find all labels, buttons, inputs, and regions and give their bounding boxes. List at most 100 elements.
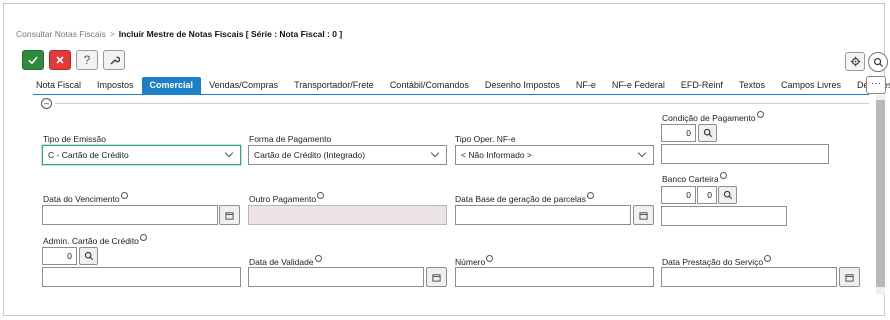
outro-pagamento-label: Outro Pagamento xyxy=(249,192,325,204)
admin-cartao-description[interactable] xyxy=(42,267,241,287)
carteira-input[interactable]: 0 xyxy=(697,186,717,204)
condicao-pagamento-label-text: Condição de Pagamento xyxy=(662,113,756,123)
tab-efd-reinf[interactable]: EFD-Reinf xyxy=(673,77,731,94)
condicao-pagamento-input[interactable]: 0 xyxy=(661,124,696,142)
lookup-marker-icon xyxy=(756,111,764,118)
calendar-icon xyxy=(639,211,648,220)
data-vencimento-calendar-button[interactable] xyxy=(219,205,240,225)
banco-carteira-label-text: Banco Carteira xyxy=(662,174,719,184)
data-base-parcelas-label: Data Base de geração de parcelas xyxy=(455,192,594,204)
admin-cartao-label-text: Admin. Cartão de Crédito xyxy=(43,236,139,246)
data-base-parcelas-calendar-button[interactable] xyxy=(633,205,654,225)
lookup-marker-icon xyxy=(314,255,322,262)
tipo-emissao-label: Tipo de Emissão xyxy=(43,134,106,144)
outro-pagamento-input xyxy=(248,205,447,225)
tab-contabil-comandos[interactable]: Contábil/Comandos xyxy=(382,77,477,94)
data-prestacao-calendar-button[interactable] xyxy=(839,267,860,287)
breadcrumb: Consultar Notas Fiscais > Incluir Mestre d… xyxy=(16,29,342,39)
toolbar: ? xyxy=(22,50,125,72)
help-label: ? xyxy=(83,53,91,67)
numero-label-text: Número xyxy=(455,257,486,267)
admin-cartao-input[interactable]: 0 xyxy=(42,247,77,265)
cancel-button[interactable] xyxy=(49,50,71,70)
section-divider xyxy=(55,103,869,104)
tab-impostos[interactable]: Impostos xyxy=(89,77,142,94)
wrench-icon xyxy=(110,56,120,65)
more-tabs-button[interactable]: ··· xyxy=(866,76,886,94)
scrollbar-thumb[interactable] xyxy=(876,100,885,287)
tipo-oper-nfe-label: Tipo Oper. NF-e xyxy=(455,134,516,144)
tab-transportador-frete[interactable]: Transportador/Frete xyxy=(286,77,382,94)
gear-icon xyxy=(850,56,860,67)
tab-desenho-impostos[interactable]: Desenho Impostos xyxy=(477,77,568,94)
right-tools xyxy=(845,52,888,72)
lookup-marker-icon xyxy=(139,234,147,241)
tab-nfe[interactable]: NF-e xyxy=(568,77,604,94)
data-vencimento-label-text: Data do Vencimento xyxy=(43,194,120,204)
data-validade-label: Data de Validade xyxy=(249,255,322,267)
search-icon xyxy=(84,251,93,261)
search-icon xyxy=(723,190,732,200)
admin-cartao-label: Admin. Cartão de Crédito xyxy=(43,234,147,246)
tab-textos[interactable]: Textos xyxy=(731,77,773,94)
banco-carteira-label: Banco Carteira xyxy=(662,172,727,184)
check-icon xyxy=(28,56,38,65)
lookup-marker-icon xyxy=(586,192,594,199)
chevron-down-icon xyxy=(637,148,647,158)
data-validade-label-text: Data de Validade xyxy=(249,257,314,267)
breadcrumb-current: Incluir Mestre de Notas Fiscais [ Série … xyxy=(118,29,343,39)
data-validade-input[interactable] xyxy=(248,267,424,287)
calendar-icon xyxy=(845,273,854,282)
tab-vendas-compras[interactable]: Vendas/Compras xyxy=(201,77,286,94)
admin-cartao-search-button[interactable] xyxy=(79,247,98,265)
lookup-marker-icon xyxy=(317,192,325,199)
calendar-icon xyxy=(432,273,441,282)
forma-pagamento-label: Forma de Pagamento xyxy=(249,134,332,144)
tab-nfe-federal[interactable]: NF-e Federal xyxy=(604,77,673,94)
breadcrumb-separator: > xyxy=(109,29,115,39)
banco-input[interactable]: 0 xyxy=(661,186,696,204)
data-prestacao-label-text: Data Prestação do Serviço xyxy=(662,257,764,267)
lookup-marker-icon xyxy=(719,172,727,179)
confirm-button[interactable] xyxy=(22,50,44,70)
tipo-oper-nfe-select[interactable]: < Não Informado > xyxy=(455,145,654,165)
data-prestacao-label: Data Prestação do Serviço xyxy=(662,255,772,267)
global-search-button[interactable] xyxy=(868,52,888,72)
tipo-oper-nfe-value: < Não Informado > xyxy=(461,150,532,160)
data-prestacao-input[interactable] xyxy=(661,267,837,287)
search-icon xyxy=(703,128,712,138)
collapse-icon[interactable]: – xyxy=(41,98,52,109)
numero-label: Número xyxy=(455,255,494,267)
tab-campos-livres[interactable]: Campos Livres xyxy=(773,77,849,94)
tab-comercial[interactable]: Comercial xyxy=(141,77,202,94)
tools-button[interactable] xyxy=(103,50,125,70)
data-validade-calendar-button[interactable] xyxy=(426,267,447,287)
banco-carteira-description[interactable] xyxy=(661,206,787,226)
data-vencimento-input[interactable] xyxy=(42,205,218,225)
condicao-pagamento-label: Condição de Pagamento xyxy=(662,111,764,123)
settings-button[interactable] xyxy=(845,52,865,71)
condicao-pagamento-description[interactable] xyxy=(661,144,829,164)
chevron-down-icon xyxy=(430,148,440,158)
data-base-parcelas-input[interactable] xyxy=(455,205,631,225)
banco-carteira-search-button[interactable] xyxy=(718,186,737,204)
chevron-down-icon xyxy=(224,148,234,158)
numero-input[interactable] xyxy=(455,267,654,287)
tab-bar: Nota Fiscal Impostos Comercial Vendas/Co… xyxy=(28,77,890,94)
outro-pagamento-label-text: Outro Pagamento xyxy=(249,194,317,204)
data-vencimento-label: Data do Vencimento xyxy=(43,192,128,204)
forma-pagamento-value: Cartão de Crédito (Integrado) xyxy=(254,150,366,160)
data-base-parcelas-label-text: Data Base de geração de parcelas xyxy=(455,194,586,204)
condicao-pagamento-search-button[interactable] xyxy=(698,124,717,142)
tipo-emissao-select[interactable]: C - Cartão de Crédito xyxy=(42,145,241,165)
search-icon xyxy=(873,57,883,67)
tab-nota-fiscal[interactable]: Nota Fiscal xyxy=(28,77,89,94)
tipo-emissao-value: C - Cartão de Crédito xyxy=(48,150,129,160)
forma-pagamento-select[interactable]: Cartão de Crédito (Integrado) xyxy=(248,145,447,165)
breadcrumb-parent[interactable]: Consultar Notas Fiscais xyxy=(16,29,106,39)
close-icon xyxy=(56,56,64,64)
calendar-icon xyxy=(225,211,234,220)
lookup-marker-icon xyxy=(486,255,494,262)
help-button[interactable]: ? xyxy=(76,50,98,70)
lookup-marker-icon xyxy=(120,192,128,199)
